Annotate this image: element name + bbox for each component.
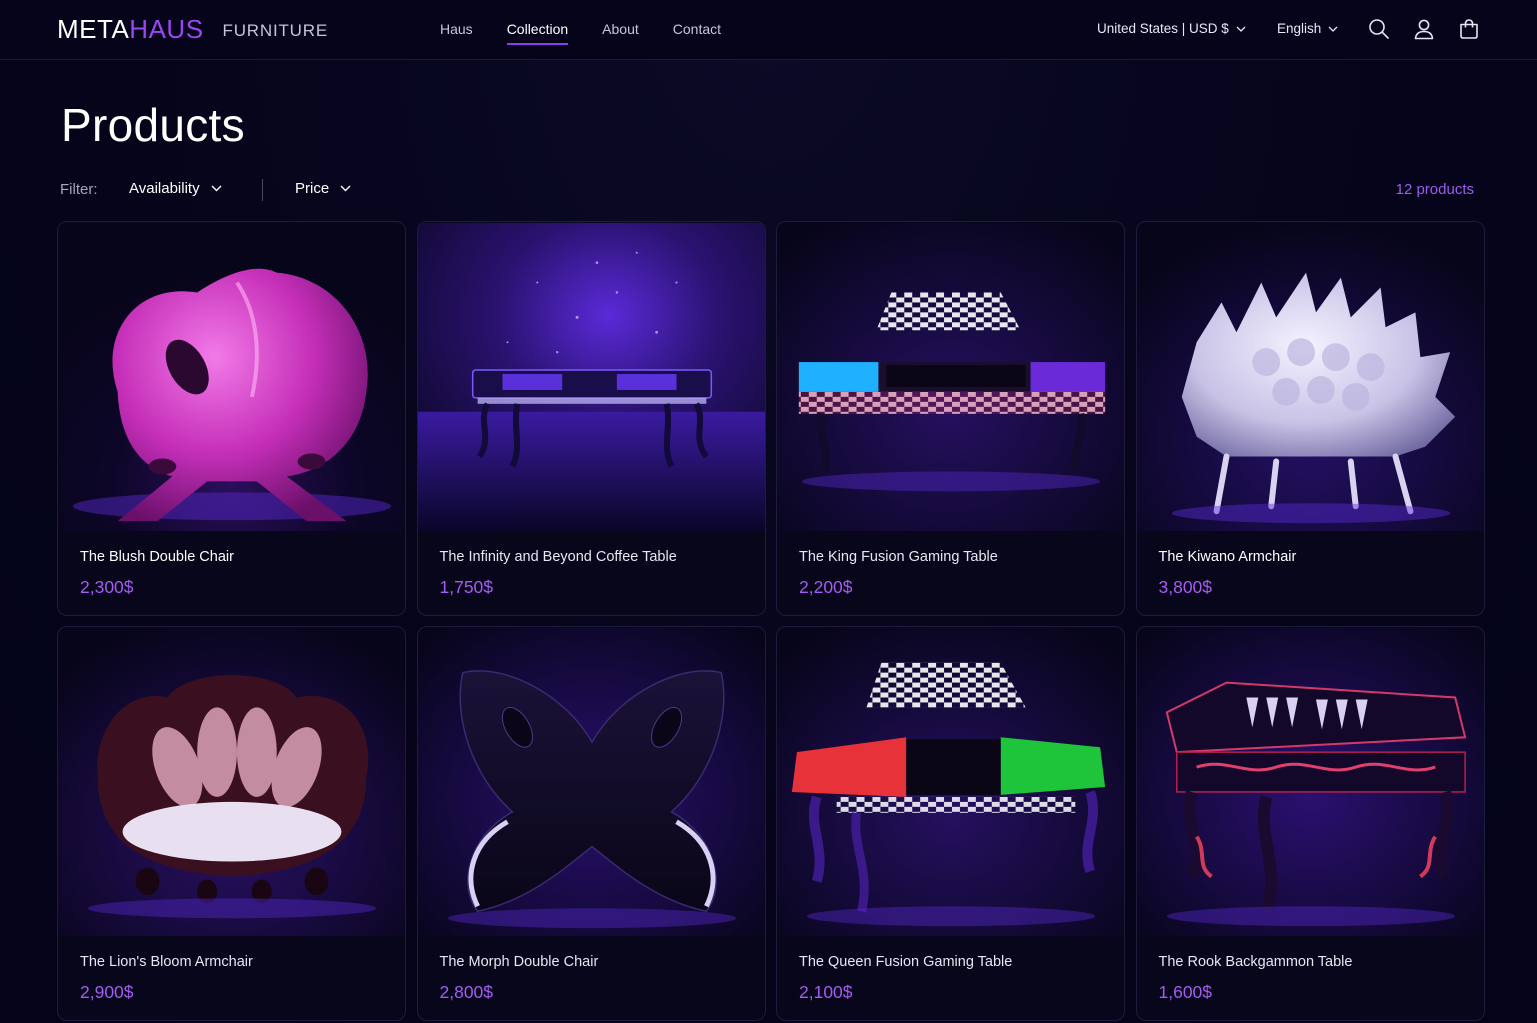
product-image-bloom-chair[interactable] [58, 627, 405, 937]
product-price: 3,800$ [1158, 577, 1213, 597]
nav-item-collection[interactable]: Collection [506, 20, 569, 45]
nav-item-about[interactable]: About [602, 20, 639, 45]
product-name[interactable]: The King Fusion Gaming Table [799, 549, 998, 565]
product-card[interactable]: The Infinity and Beyond Coffee Table 1,7… [416, 221, 766, 616]
product-price: 2,300$ [80, 577, 134, 597]
product-name[interactable]: The Lion's Bloom Armchair [80, 954, 253, 970]
product-name[interactable]: The Infinity and Beyond Coffee Table [440, 549, 677, 565]
product-card[interactable]: The Rook Backgammon Table 1,600$ [1135, 626, 1485, 1021]
price-filter-label: Price [295, 180, 330, 197]
product-image-rook-table[interactable] [1136, 627, 1484, 937]
currency-selector[interactable]: United States | USD $ [1097, 21, 1246, 36]
filter-divider [262, 179, 263, 201]
price-filter-dropdown[interactable]: Price [295, 180, 351, 197]
filter-label: Filter: [60, 181, 98, 198]
account-icon[interactable] [1412, 17, 1436, 41]
chevron-down-icon [340, 185, 351, 192]
product-image-morph-chair[interactable] [417, 627, 765, 937]
product-name[interactable]: The Blush Double Chair [80, 549, 234, 565]
nav-item-haus[interactable]: Haus [440, 20, 473, 45]
logo-subtitle: FURNITURE [222, 21, 328, 40]
product-grid: The Blush Double Chair 2,300$ The Infini… [57, 221, 1485, 1021]
chevron-down-icon [1328, 26, 1338, 32]
product-image-queen-table[interactable] [777, 627, 1124, 937]
site-header: META HAUS FURNITURE Haus Collection Abou… [0, 0, 1537, 60]
product-image-kiwano-chair[interactable] [1136, 222, 1484, 532]
product-price: 2,200$ [799, 577, 853, 597]
product-count: 12 products [1395, 181, 1474, 198]
chevron-down-icon [1236, 26, 1246, 32]
filter-bar: Filter: Availability Price 12 products [60, 179, 1474, 202]
product-card[interactable]: The King Fusion Gaming Table 2,200$ [776, 221, 1125, 616]
product-image-infinity-table[interactable] [417, 222, 765, 532]
product-price: 2,800$ [439, 982, 494, 1002]
availability-filter-label: Availability [129, 180, 200, 197]
product-name[interactable]: The Queen Fusion Gaming Table [799, 954, 1012, 970]
language-selector[interactable]: English [1277, 21, 1338, 36]
currency-label: United States | USD $ [1097, 21, 1229, 36]
product-price: 2,900$ [80, 982, 134, 1002]
product-card[interactable]: The Queen Fusion Gaming Table 2,100$ [776, 626, 1125, 1021]
page-title: Products [61, 99, 245, 151]
product-name[interactable]: The Rook Backgammon Table [1159, 954, 1353, 970]
product-card[interactable]: The Lion's Bloom Armchair 2,900$ [57, 626, 406, 1021]
brand-logo[interactable]: META HAUS FURNITURE [57, 14, 328, 45]
product-price: 1,600$ [1158, 982, 1213, 1002]
chevron-down-icon [211, 185, 222, 192]
product-image-king-table[interactable] [777, 222, 1124, 532]
logo-text-haus: HAUS [129, 14, 204, 44]
availability-filter-dropdown[interactable]: Availability [129, 180, 222, 197]
nav-item-contact[interactable]: Contact [673, 20, 721, 45]
main-nav: Haus Collection About Contact [440, 20, 755, 45]
product-card[interactable]: The Blush Double Chair 2,300$ [57, 221, 406, 616]
product-image-blush-chair[interactable] [58, 222, 405, 532]
search-icon[interactable] [1367, 17, 1391, 41]
product-name[interactable]: The Kiwano Armchair [1159, 549, 1297, 565]
product-price: 1,750$ [439, 577, 494, 597]
product-card[interactable]: The Kiwano Armchair 3,800$ [1135, 221, 1485, 616]
language-label: English [1277, 21, 1322, 36]
logo-text-meta: META [57, 14, 130, 44]
product-price: 2,100$ [799, 982, 853, 1002]
product-name[interactable]: The Morph Double Chair [440, 954, 599, 970]
product-card[interactable]: The Morph Double Chair 2,800$ [416, 626, 766, 1021]
cart-icon[interactable] [1457, 17, 1481, 41]
